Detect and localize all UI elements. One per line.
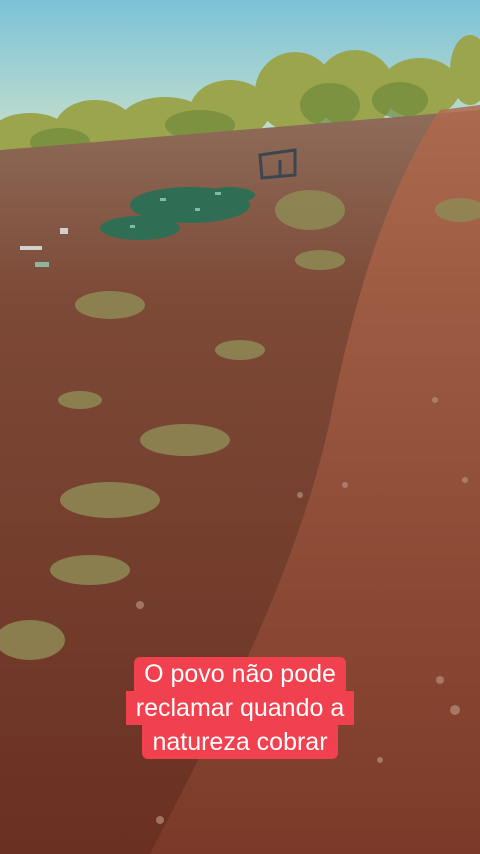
video-frame: O povo não pode reclamar quando a nature…: [0, 0, 480, 854]
caption-line-1: O povo não pode: [134, 657, 346, 691]
caption: O povo não pode reclamar quando a nature…: [0, 657, 480, 759]
caption-line-2: reclamar quando a: [125, 691, 355, 725]
caption-line-3: natureza cobrar: [142, 725, 338, 759]
